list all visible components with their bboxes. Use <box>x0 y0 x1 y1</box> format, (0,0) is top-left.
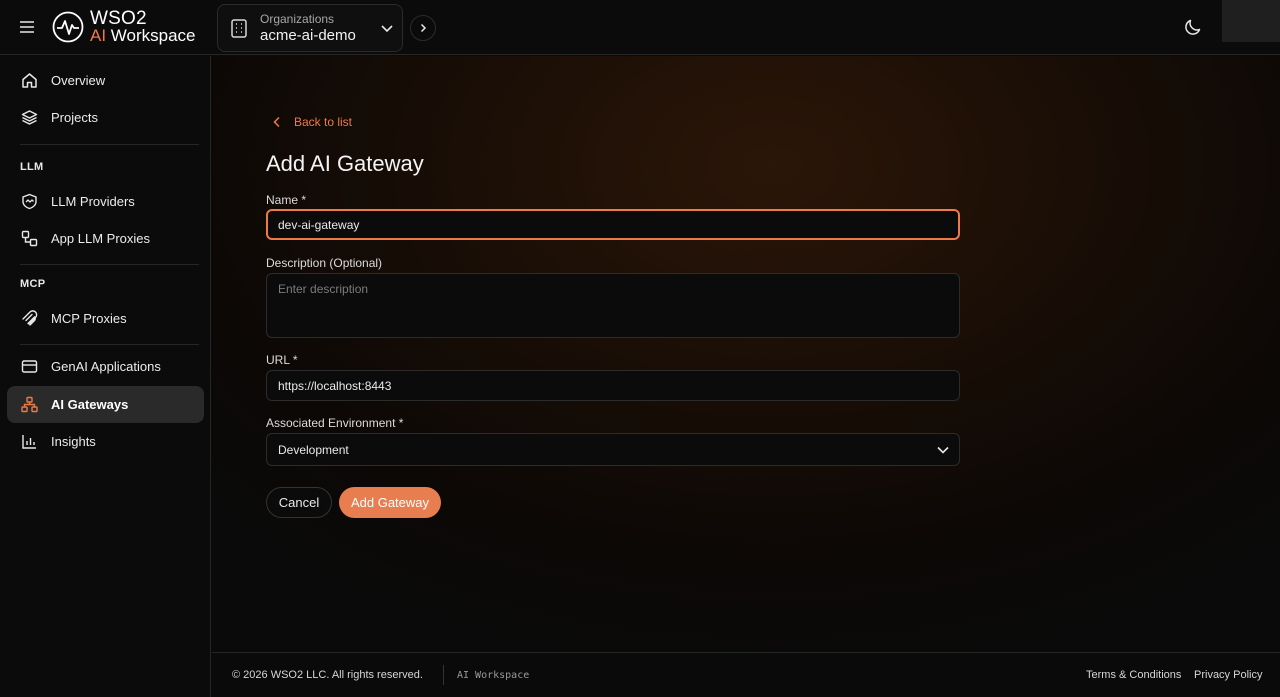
sidebar-divider <box>20 344 199 345</box>
organization-selector[interactable]: Organizations acme-ai-demo <box>217 4 403 52</box>
sidebar-divider <box>20 144 199 145</box>
org-label: Organizations <box>260 12 335 26</box>
footer-divider <box>443 665 444 685</box>
name-label: Name * <box>266 193 307 207</box>
section-heading-mcp: MCP <box>20 278 46 290</box>
sidebar-item-label: Insights <box>51 434 96 449</box>
sidebar-item-ai-gateways[interactable]: AI Gateways <box>7 386 204 423</box>
sidebar-item-label: LLM Providers <box>51 194 135 209</box>
bar-chart-icon <box>20 433 38 451</box>
sidebar-item-label: MCP Proxies <box>51 311 127 326</box>
required-mark: * <box>398 416 404 430</box>
footer: © 2026 WSO2 LLC. All rights reserved. AI… <box>212 652 1280 697</box>
layers-icon <box>20 109 38 127</box>
theme-toggle-button[interactable] <box>1183 17 1203 40</box>
network-icon <box>20 396 38 414</box>
building-icon <box>231 19 247 38</box>
top-bar: WSO2 AI Workspace Organizations acme-ai-… <box>0 0 1280 55</box>
org-next-button[interactable] <box>410 15 436 41</box>
card-icon <box>20 358 38 376</box>
sidebar-item-insights[interactable]: Insights <box>7 423 204 460</box>
user-area[interactable] <box>1222 0 1280 42</box>
sidebar-item-genai-applications[interactable]: GenAI Applications <box>7 348 204 385</box>
back-to-list-link[interactable]: Back to list <box>272 115 352 129</box>
copyright-text: © 2026 WSO2 LLC. All rights reserved. <box>232 669 423 681</box>
description-input[interactable] <box>266 273 960 338</box>
logo[interactable]: WSO2 AI Workspace <box>52 8 196 45</box>
home-icon <box>20 72 38 90</box>
privacy-link[interactable]: Privacy Policy <box>1194 669 1262 681</box>
url-input[interactable] <box>266 370 960 401</box>
proxy-icon <box>20 230 38 248</box>
name-input[interactable] <box>266 209 960 240</box>
sidebar-item-label: Overview <box>51 73 106 88</box>
terms-link[interactable]: Terms & Conditions <box>1086 669 1181 681</box>
org-value: acme-ai-demo <box>260 27 356 44</box>
sidebar-item-label: AI Gateways <box>51 397 129 412</box>
sidebar-item-projects[interactable]: Projects <box>7 99 204 136</box>
chevron-down-icon <box>937 446 949 454</box>
sidebar-item-label: Projects <box>51 110 98 125</box>
page-title: Add AI Gateway <box>266 151 424 176</box>
cancel-button[interactable]: Cancel <box>266 487 332 518</box>
logo-subtitle: AI Workspace <box>90 26 196 45</box>
sidebar-item-label: App LLM Proxies <box>51 231 150 246</box>
environment-value: Development <box>278 442 349 457</box>
shield-network-icon <box>20 193 38 211</box>
environment-label: Associated Environment * <box>266 416 404 430</box>
back-to-list-label: Back to list <box>294 115 353 129</box>
sidebar-item-label: GenAI Applications <box>51 359 161 374</box>
menu-icon[interactable] <box>17 17 37 37</box>
sidebar-item-mcp-proxies[interactable]: MCP Proxies <box>7 300 204 337</box>
sidebar-item-app-llm-proxies[interactable]: App LLM Proxies <box>7 220 204 257</box>
environment-select[interactable]: Development <box>266 433 960 466</box>
chevron-right-icon <box>420 23 427 33</box>
add-gateway-button[interactable]: Add Gateway <box>339 487 441 518</box>
section-heading-llm: LLM <box>20 161 44 173</box>
pulse-logo-icon <box>52 11 84 43</box>
mcp-icon <box>20 310 38 328</box>
chevron-down-icon <box>381 25 393 33</box>
sidebar-divider <box>20 264 199 265</box>
url-label: URL * <box>266 353 298 367</box>
required-mark: * <box>292 353 298 367</box>
sidebar-item-overview[interactable]: Overview <box>7 62 204 99</box>
main-content: Back to list Add AI Gateway Name * Descr… <box>212 56 1280 652</box>
logo-title: WSO2 <box>90 8 147 29</box>
description-label: Description (Optional) <box>266 256 383 270</box>
chevron-left-icon <box>273 116 280 128</box>
moon-icon <box>1185 19 1201 35</box>
sidebar-item-llm-providers[interactable]: LLM Providers <box>7 183 204 220</box>
footer-brand: AI Workspace <box>457 670 530 681</box>
sidebar: Overview Projects LLM LLM Providers App … <box>0 56 211 697</box>
required-mark: * <box>301 193 307 207</box>
